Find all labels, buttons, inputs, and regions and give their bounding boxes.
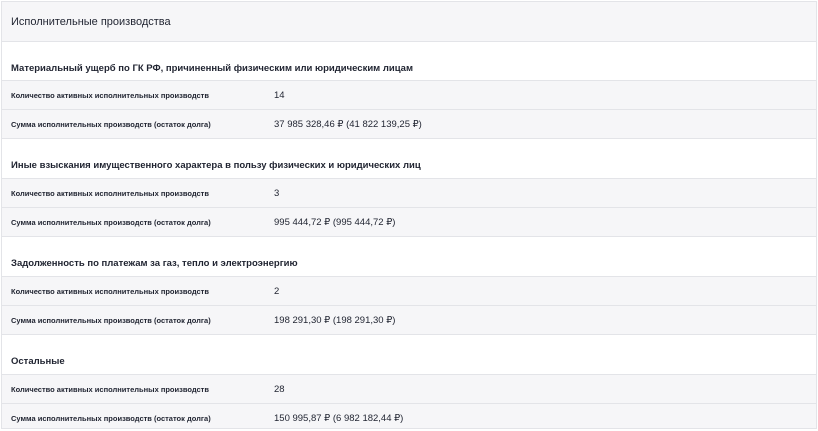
table-row: Сумма исполнительных производств (остато… xyxy=(2,306,816,335)
enforcement-proceedings-panel: Исполнительные производства Материальный… xyxy=(1,1,817,429)
section-title: Материальный ущерб по ГК РФ, причиненный… xyxy=(2,57,816,81)
row-value: 2 xyxy=(274,285,280,297)
section-title: Иные взыскания имущественного характера … xyxy=(2,139,816,179)
row-label: Сумма исполнительных производств (остато… xyxy=(11,315,211,325)
table-row: Сумма исполнительных производств (остато… xyxy=(2,208,816,237)
table-row: Сумма исполнительных производств (остато… xyxy=(2,110,816,139)
row-value: 28 xyxy=(274,383,285,395)
panel-header: Исполнительные производства xyxy=(2,2,816,42)
row-label: Количество активных исполнительных произ… xyxy=(11,188,209,198)
section-title: Задолженность по платежам за газ, тепло … xyxy=(2,237,816,277)
table-row: Количество активных исполнительных произ… xyxy=(2,179,816,208)
row-value: 150 995,87 ₽ (6 982 182,44 ₽) xyxy=(274,412,404,424)
table-row: Количество активных исполнительных произ… xyxy=(2,81,816,110)
table-row: Количество активных исполнительных произ… xyxy=(2,375,816,404)
table-row: Количество активных исполнительных произ… xyxy=(2,277,816,306)
row-label: Сумма исполнительных производств (остато… xyxy=(11,217,211,227)
row-value: 3 xyxy=(274,187,280,199)
row-label: Сумма исполнительных производств (остато… xyxy=(11,119,211,129)
section-others: Остальные Количество активных исполнител… xyxy=(2,335,816,428)
panel-title: Исполнительные производства xyxy=(11,15,171,28)
row-label: Количество активных исполнительных произ… xyxy=(11,90,209,100)
row-label: Сумма исполнительных производств (остато… xyxy=(11,413,211,423)
section-title: Остальные xyxy=(2,335,816,375)
section-material-damage: Материальный ущерб по ГК РФ, причиненный… xyxy=(2,57,816,139)
spacer xyxy=(2,42,816,57)
row-value: 14 xyxy=(274,89,285,101)
section-utility-debt: Задолженность по платежам за газ, тепло … xyxy=(2,237,816,335)
row-value: 995 444,72 ₽ (995 444,72 ₽) xyxy=(274,216,396,228)
row-value: 198 291,30 ₽ (198 291,30 ₽) xyxy=(274,314,396,326)
table-row: Сумма исполнительных производств (остато… xyxy=(2,404,816,428)
section-other-property-claims: Иные взыскания имущественного характера … xyxy=(2,139,816,237)
row-label: Количество активных исполнительных произ… xyxy=(11,384,209,394)
row-value: 37 985 328,46 ₽ (41 822 139,25 ₽) xyxy=(274,118,422,130)
row-label: Количество активных исполнительных произ… xyxy=(11,286,209,296)
